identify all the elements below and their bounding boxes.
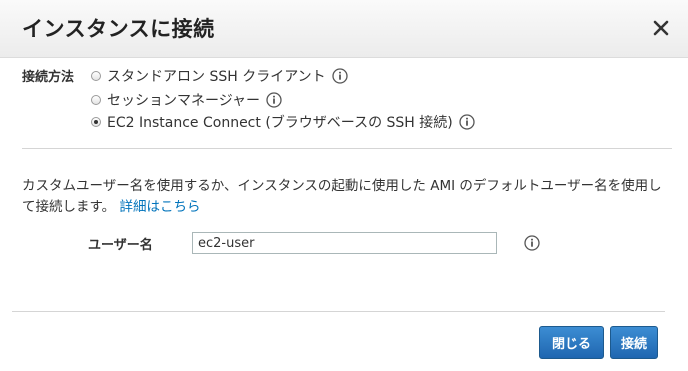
radio-label[interactable]: セッションマネージャー [107, 90, 260, 110]
radio-option-ssh-client[interactable]: スタンドアロン SSH クライアント [91, 66, 348, 86]
info-icon[interactable] [331, 68, 348, 84]
dialog-header: インスタンスに接続 [0, 0, 688, 58]
radio-button[interactable] [91, 95, 101, 105]
radio-option-ec2-instance-connect[interactable]: EC2 Instance Connect (ブラウザベースの SSH 接続) [91, 112, 475, 132]
connection-method-label: 接続方法 [22, 70, 75, 85]
radio-label[interactable]: EC2 Instance Connect (ブラウザベースの SSH 接続) [107, 112, 453, 132]
info-icon[interactable] [266, 92, 282, 108]
username-input[interactable] [192, 232, 497, 254]
radio-button[interactable] [91, 71, 101, 81]
dialog-title: インスタンスに接続 [22, 17, 215, 41]
info-icon[interactable] [459, 114, 475, 130]
username-label: ユーザー名 [88, 238, 153, 253]
close-button[interactable]: 閉じる [539, 326, 604, 359]
radio-option-session-manager[interactable]: セッションマネージャー [91, 90, 282, 110]
learn-more-link[interactable]: 詳細はこちら [119, 199, 200, 215]
connect-instance-dialog: インスタンスに接続 接続方法 スタンドアロン SSH クライアント セッションマ… [0, 0, 688, 371]
footer-divider [12, 311, 665, 312]
connect-button[interactable]: 接続 [610, 326, 658, 359]
close-icon[interactable] [650, 17, 672, 39]
info-icon[interactable] [524, 235, 540, 251]
radio-button-selected[interactable] [91, 117, 101, 127]
section-divider [22, 148, 672, 149]
description-body: カスタムユーザー名を使用するか、インスタンスの起動に使用した AMI のデフォル… [22, 178, 662, 215]
radio-label[interactable]: スタンドアロン SSH クライアント [107, 66, 326, 86]
description-text: カスタムユーザー名を使用するか、インスタンスの起動に使用した AMI のデフォル… [22, 176, 672, 218]
